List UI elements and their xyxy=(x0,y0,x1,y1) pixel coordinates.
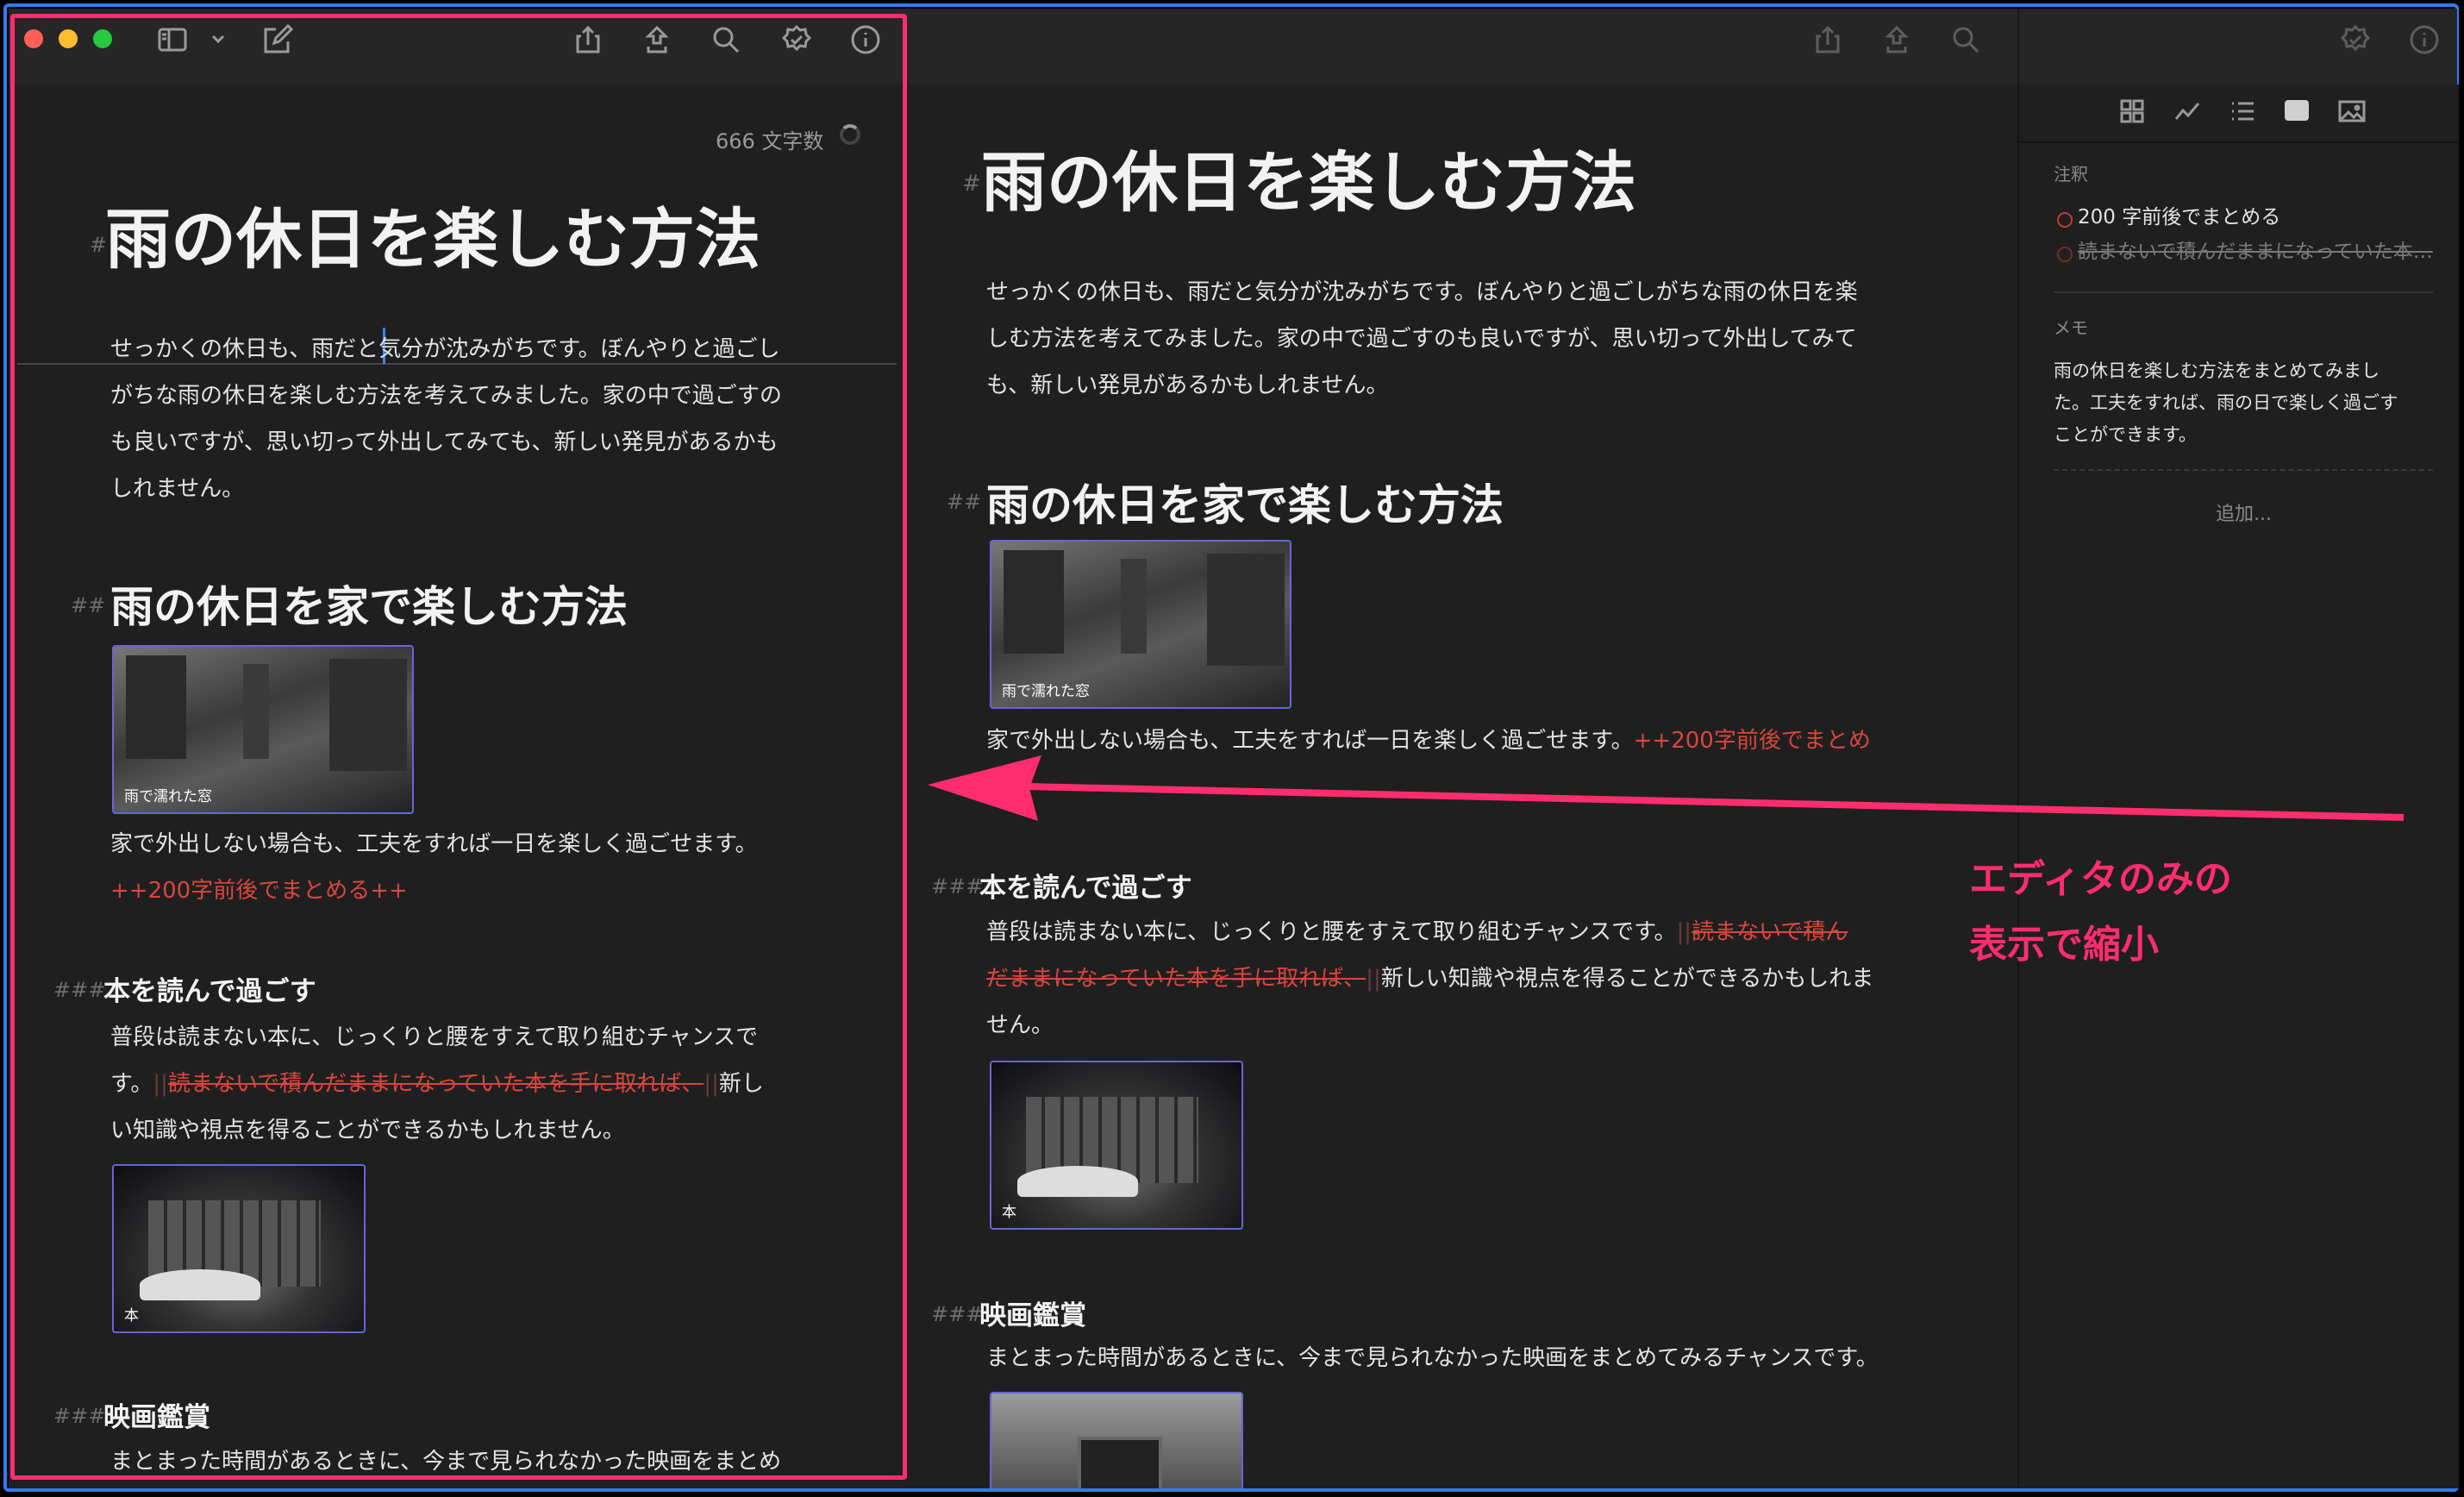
check-badge-icon[interactable] xyxy=(2340,24,2371,55)
annotation-item[interactable]: 読まないで積んだままになっていた本… xyxy=(2057,236,2433,268)
annotations-label: 注釈 xyxy=(2054,164,2088,185)
building-shape xyxy=(1004,550,1064,654)
divider xyxy=(2054,469,2433,471)
list-icon[interactable] xyxy=(2229,98,2255,124)
memo-text[interactable]: 雨の休日を楽しむ方法をまとめてみまし た。工夫をすれば、雨の日で楽しく過ごす こ… xyxy=(2054,355,2398,451)
open-book xyxy=(1017,1166,1138,1197)
comment-icon[interactable] xyxy=(2285,100,2309,121)
callout-text: エディタのみの 表示で縮小 xyxy=(1969,857,2232,967)
shrink-arrow xyxy=(928,755,2405,821)
deleted-text[interactable]: 読まないで積ん xyxy=(1692,919,1848,945)
annotation-marker-icon xyxy=(2057,246,2073,262)
paragraph-reading[interactable]: 普段は読まない本に、じっくりと腰をすえて取り組むチャンスです。||読まないで積ん… xyxy=(986,909,1995,1049)
annotation-item[interactable]: 200 字前後でまとめる xyxy=(2057,202,2280,234)
books-image[interactable]: 本 xyxy=(990,1061,1243,1230)
h2-hash-mark: ## xyxy=(947,490,982,514)
editor-only-highlight xyxy=(10,14,907,1480)
h1-hash-mark: # xyxy=(962,171,981,197)
subheading-reading[interactable]: 本を読んで過ごす xyxy=(979,866,1192,905)
movie-image[interactable] xyxy=(990,1392,1243,1488)
h3-hash-mark: ### xyxy=(931,874,984,899)
divider xyxy=(2054,291,2433,293)
share-icon[interactable] xyxy=(1812,24,1843,55)
image-icon[interactable] xyxy=(2338,98,2366,124)
building-shape xyxy=(1207,554,1285,666)
paragraph-movies[interactable]: まとまった時間があるときに、今まで見られなかった映画をまとめてみるチャンスです。 xyxy=(986,1335,1879,1381)
add-memo-button[interactable]: 追加... xyxy=(2216,498,2272,526)
search-icon[interactable] xyxy=(1950,24,1981,55)
subheading-movies[interactable]: 映画鑑賞 xyxy=(979,1293,1086,1332)
tower-shape xyxy=(1121,559,1147,654)
section-heading[interactable]: 雨の休日を家で楽しむ方法 xyxy=(986,471,1504,533)
document-title[interactable]: 雨の休日を楽しむ方法 xyxy=(981,129,1636,224)
memo-label: メモ xyxy=(2054,317,2088,338)
intro-paragraph[interactable]: せっかくの休日も、雨だと気分が沈みがちです。ぼんやりと過ごしがちな雨の休日を楽 … xyxy=(986,269,1986,409)
annotation-marker-icon xyxy=(2057,211,2073,228)
info-icon[interactable] xyxy=(2409,24,2440,55)
export-icon[interactable] xyxy=(1881,24,1912,55)
toolbar-divider xyxy=(2017,9,2019,85)
image-caption: 本 xyxy=(1002,1204,1016,1221)
tv-shape xyxy=(1078,1437,1162,1488)
rain-window-image[interactable]: 雨で濡れた窓 xyxy=(990,540,1291,709)
right-toolbar xyxy=(914,9,2457,85)
chart-icon[interactable] xyxy=(2174,98,2200,124)
image-caption: 雨で濡れた窓 xyxy=(1002,683,1090,700)
h3-hash-mark: ### xyxy=(931,1302,984,1326)
grid-icon[interactable] xyxy=(2119,98,2145,124)
